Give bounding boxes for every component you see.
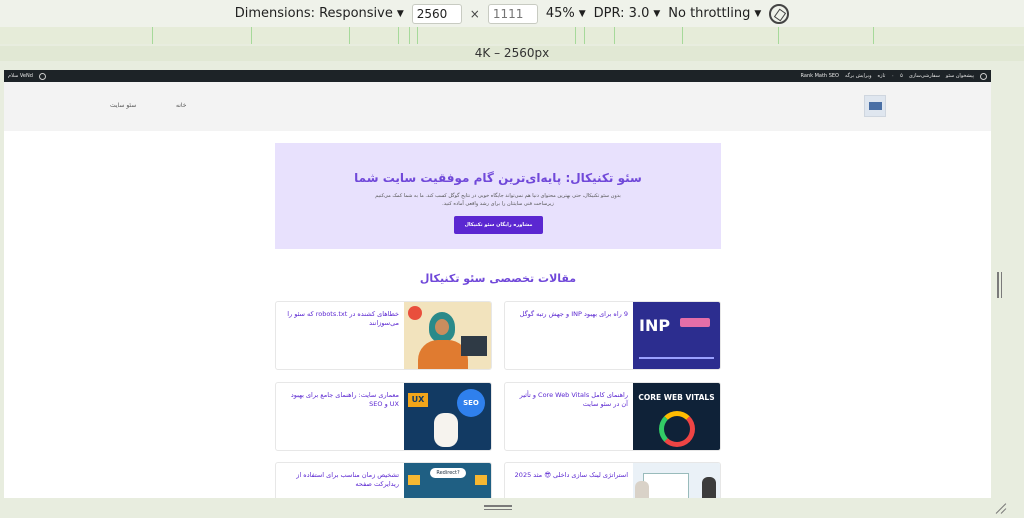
site-header: خانه سئو سایت: [4, 82, 991, 131]
right-resize-handle[interactable]: [997, 272, 1003, 298]
article-card[interactable]: استراتژی لینک سازی داخلی 😎 مثد 2025: [504, 462, 721, 498]
corner-resize-handle[interactable]: [995, 502, 1007, 514]
chevron-down-icon: ▼: [578, 8, 586, 19]
rotate-icon[interactable]: [769, 3, 790, 24]
height-input[interactable]: [487, 3, 538, 24]
wordpress-icon[interactable]: [980, 72, 987, 80]
emulated-viewport: سلام VeNd پیشخوان سئو سفارشی‌سازی ۵ ۰ تا…: [4, 70, 991, 498]
redirect-flowchart: Redirect?: [404, 463, 491, 498]
core-web-vitals-gauge: CORE WEB VITALS: [633, 383, 720, 450]
article-title[interactable]: 9 راه برای بهبود INP و جهش رتبه گوگل: [511, 310, 628, 319]
zoom-dropdown[interactable]: 45% ▼: [546, 6, 586, 21]
device-breakpoint-bar[interactable]: 4K – 2560px: [0, 46, 1024, 61]
width-input[interactable]: [411, 3, 462, 24]
admin-item[interactable]: ویرایش برگه: [845, 73, 872, 79]
article-title[interactable]: معماری سایت: راهنمای جامع برای بهبود UX …: [282, 391, 399, 409]
inp-illustration: INP: [633, 302, 720, 369]
consult-button[interactable]: مشاوره رایگان سئو تکنیکال: [454, 216, 543, 234]
admin-item[interactable]: سفارشی‌سازی: [909, 73, 940, 79]
article-title[interactable]: خطاهای کشنده در robots.txt که سئو را می‌…: [282, 310, 399, 328]
seo-badge: SEO: [457, 389, 485, 417]
article-card[interactable]: CORE WEB VITALS راهنمای کامل Core Web Vi…: [504, 382, 721, 451]
admin-item[interactable]: Rank Math SEO: [801, 73, 839, 79]
dpr-dropdown[interactable]: DPR: 3.0 ▼: [594, 6, 661, 21]
dimensions-dropdown[interactable]: Dimensions: Responsive ▼: [235, 6, 404, 21]
people-window-illustration: [633, 463, 720, 498]
nav-home[interactable]: خانه: [176, 102, 186, 109]
admin-item[interactable]: تازه: [878, 73, 886, 79]
article-card[interactable]: خطاهای کشنده در robots.txt که سئو را می‌…: [275, 301, 492, 370]
hero-section: سئو تکنیکال: پایه‌ای‌ترین گام موفقیت سای…: [275, 143, 721, 249]
dpr-label: DPR: 3.0: [593, 6, 650, 21]
admin-item[interactable]: ۰: [891, 73, 894, 79]
media-query-bar[interactable]: [0, 27, 1024, 44]
inp-text: INP: [639, 316, 671, 335]
throttling-label: No throttling: [668, 6, 751, 21]
chevron-down-icon: ▼: [653, 8, 661, 19]
article-title[interactable]: تشخیص زمان مناسب برای استفاده از ریدایرک…: [282, 471, 399, 489]
woman-laptop-illustration: [404, 302, 491, 369]
dimensions-label: Dimensions: Responsive: [234, 6, 393, 21]
times-separator: ×: [469, 6, 480, 21]
article-title[interactable]: استراتژی لینک سازی داخلی 😎 مثد 2025: [511, 471, 628, 480]
chevron-down-icon: ▼: [396, 8, 404, 19]
admin-item[interactable]: ۵: [900, 73, 903, 79]
ux-badge: UX: [408, 393, 428, 407]
throttling-dropdown[interactable]: No throttling ▼: [668, 6, 761, 21]
zoom-label: 45%: [545, 6, 575, 21]
nav-seo-site[interactable]: سئو سایت: [110, 102, 136, 109]
admin-item[interactable]: پیشخوان سئو: [946, 73, 974, 79]
article-card[interactable]: UX SEO معماری سایت: راهنمای جامع برای به…: [275, 382, 492, 451]
chevron-down-icon: ▼: [754, 8, 762, 19]
hero-text: بدون سئو تکنیکال، حتی بهترین محتوای دنیا…: [375, 193, 621, 207]
bottom-resize-handle[interactable]: [484, 505, 512, 511]
devtools-toolbar: Dimensions: Responsive ▼ × 45% ▼ DPR: 3.…: [0, 0, 1024, 27]
article-card[interactable]: Redirect? تشخیص زمان مناسب برای استفاده …: [275, 462, 492, 498]
ux-seo-illustration: UX SEO: [404, 383, 491, 450]
hero-title: سئو تکنیکال: پایه‌ای‌ترین گام موفقیت سای…: [354, 171, 642, 185]
article-card[interactable]: INP 9 راه برای بهبود INP و جهش رتبه گوگل: [504, 301, 721, 370]
redirect-label: Redirect?: [430, 468, 466, 478]
admin-greeting[interactable]: سلام VeNd: [8, 73, 33, 79]
article-title[interactable]: راهنمای کامل Core Web Vitals و تأثیر آن …: [511, 391, 628, 409]
section-title: مقالات تخصصی سئو تکنیکال: [419, 272, 577, 285]
search-icon[interactable]: [38, 72, 46, 80]
cwv-text: CORE WEB VITALS: [638, 393, 715, 402]
site-logo[interactable]: [864, 95, 886, 117]
wp-admin-bar: سلام VeNd پیشخوان سئو سفارشی‌سازی ۵ ۰ تا…: [4, 70, 991, 82]
breakpoint-label: 4K – 2560px: [474, 46, 550, 60]
